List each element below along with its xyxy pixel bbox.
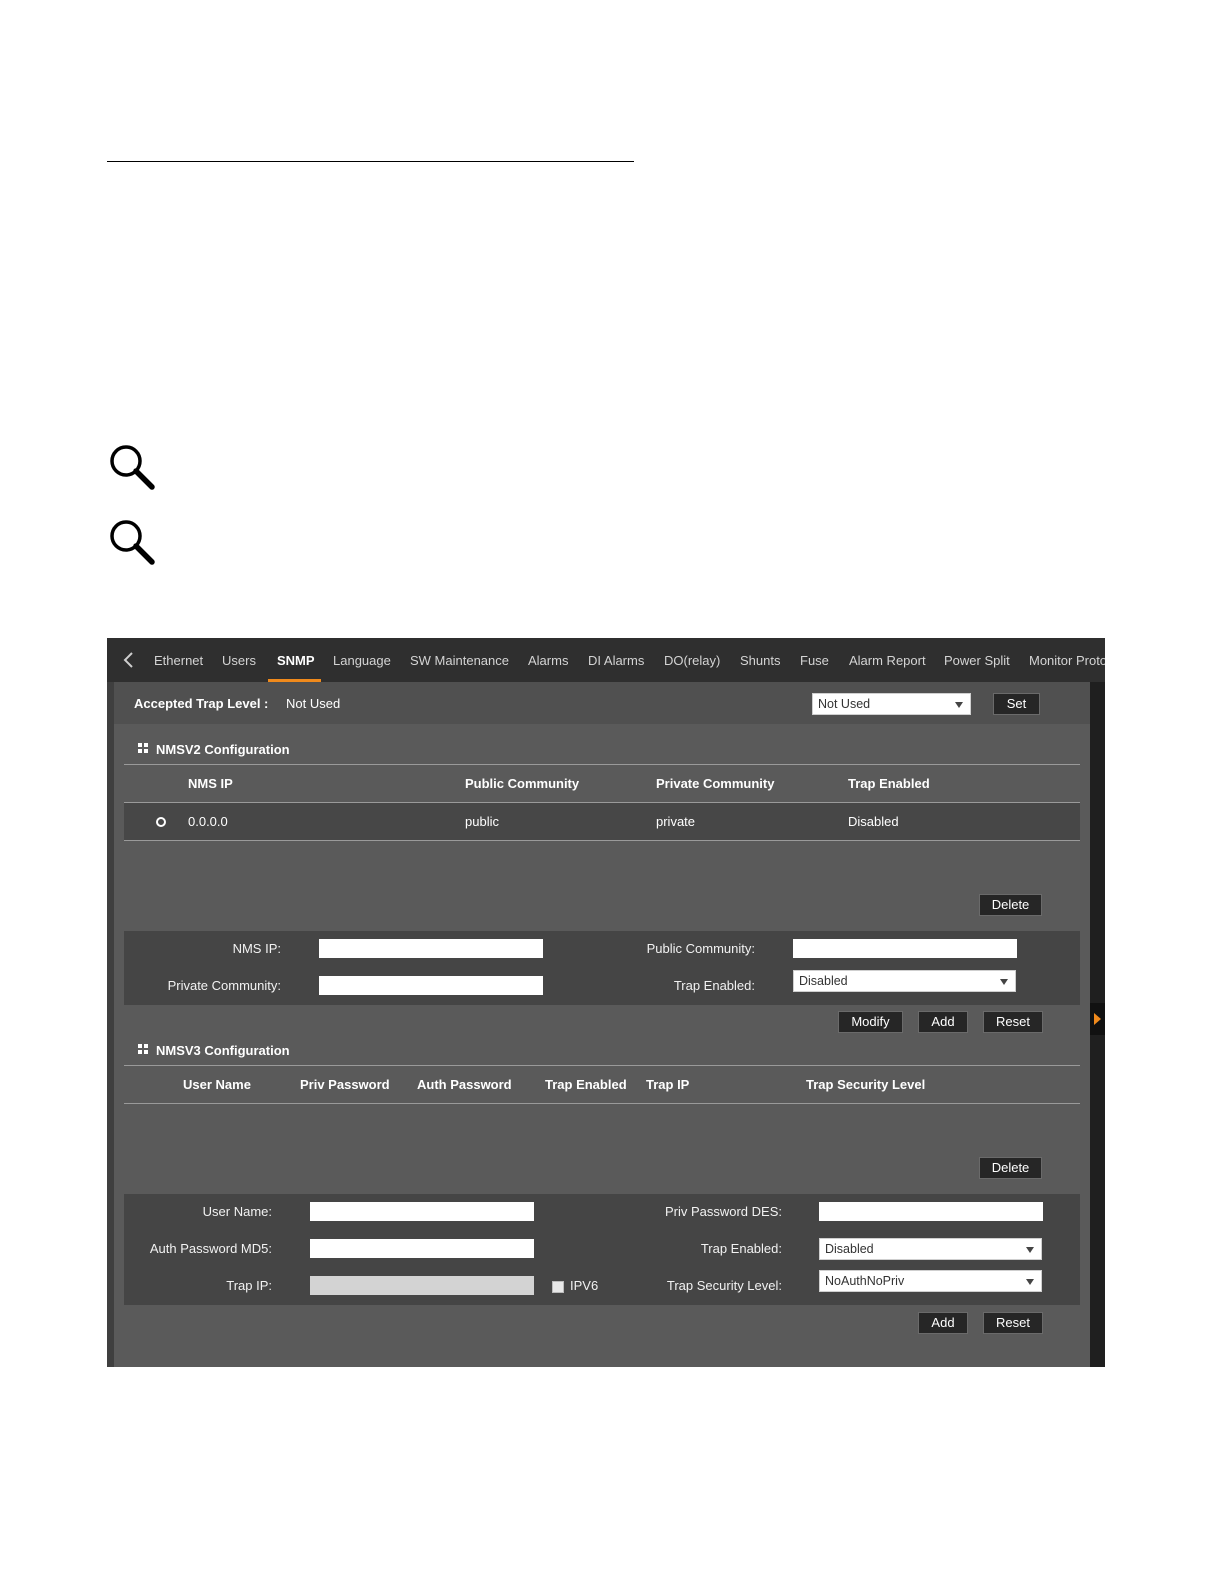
v3-trap-enabled-select-value: Disabled [825,1242,874,1256]
nmsv2-title: NMSV2 Configuration [156,742,290,757]
cell-public-community: public [465,814,499,829]
column-header-priv-password: Priv Password [300,1077,390,1092]
dropdown-caret-icon [955,702,963,708]
trap-ip-input[interactable] [310,1276,534,1295]
tab-users[interactable]: Users [222,653,256,668]
trap-level-label: Accepted Trap Level : [134,696,269,711]
radio-icon[interactable] [156,817,166,827]
column-header-trap-security-level: Trap Security Level [806,1077,926,1092]
trap-level-select-value: Not Used [818,697,871,711]
cell-trap-enabled: Disabled [848,814,899,829]
tab-sw-maintenance[interactable]: SW Maintenance [410,653,509,668]
tab-monitor-protocol[interactable]: Monitor Proto [1029,653,1105,668]
column-header-trap-enabled: Trap Enabled [848,776,930,791]
v3-trap-enabled-select[interactable]: Disabled [819,1238,1042,1260]
trap-enabled-select[interactable]: Disabled [793,970,1016,992]
cell-nms-ip: 0.0.0.0 [188,814,228,829]
auth-password-label: Auth Password MD5: [149,1241,272,1256]
divider [124,840,1080,841]
nmsv3-title: NMSV3 Configuration [156,1043,290,1058]
modify-button[interactable]: Modify [838,1011,903,1033]
public-community-label: Public Community: [646,941,755,956]
tab-alarm-report[interactable]: Alarm Report [849,653,926,668]
dropdown-caret-icon [1026,1247,1034,1253]
column-header-trap-ip: Trap IP [646,1077,690,1092]
trap-enabled-select-value: Disabled [799,974,848,988]
back-chevron-icon[interactable] [121,651,137,669]
nms-ip-label: NMS IP: [232,941,281,956]
user-name-input[interactable] [310,1202,534,1221]
trap-level-select[interactable]: Not Used [812,693,971,715]
magnifier-icon [110,445,155,490]
trap-level-value: Not Used [286,696,341,711]
nmsv3-add-button[interactable]: Add [918,1312,968,1334]
nms-ip-input[interactable] [319,939,543,958]
tab-fuse[interactable]: Fuse [800,653,829,668]
tab-ethernet[interactable]: Ethernet [154,653,203,668]
trap-enabled-label: Trap Enabled: [673,978,755,993]
ipv6-label: IPV6 [570,1278,599,1293]
dropdown-caret-icon [1000,979,1008,985]
nmsv2-delete-button[interactable]: Delete [979,894,1042,916]
table-row[interactable] [124,803,1080,840]
tab-di-alarms[interactable]: DI Alarms [588,653,644,668]
tab-language[interactable]: Language [333,653,391,668]
column-header-nms-ip: NMS IP [188,776,233,791]
ipv6-checkbox[interactable] [552,1281,564,1293]
document-rule [107,161,634,162]
set-button[interactable]: Set [993,693,1040,715]
private-community-input[interactable] [319,976,543,995]
divider [124,1065,1080,1066]
grid-icon [138,1044,148,1054]
public-community-input[interactable] [793,939,1017,958]
trap-security-level-label: Trap Security Level: [666,1278,782,1293]
priv-password-label: Priv Password DES: [664,1204,782,1219]
column-header-trap-enabled: Trap Enabled [545,1077,627,1092]
divider [124,1103,1080,1104]
snmp-settings-screenshot: Ethernet Users SNMP Language SW Maintena… [107,638,1105,1367]
tab-bar: Ethernet Users SNMP Language SW Maintena… [107,638,1105,682]
nmsv2-add-button[interactable]: Add [918,1011,968,1033]
nmsv2-reset-button[interactable]: Reset [983,1011,1043,1033]
user-name-label: User Name: [202,1204,272,1219]
tab-snmp[interactable]: SNMP [277,653,315,668]
tab-shunts[interactable]: Shunts [740,653,780,668]
tab-power-split[interactable]: Power Split [944,653,1010,668]
dropdown-caret-icon [1026,1279,1034,1285]
tab-alarms[interactable]: Alarms [528,653,568,668]
column-header-auth-password: Auth Password [417,1077,512,1092]
auth-password-input[interactable] [310,1239,534,1258]
expand-arrow-icon [1094,1013,1101,1025]
divider [124,764,1080,765]
left-edge [107,682,114,1367]
cell-private-community: private [656,814,696,829]
nmsv3-delete-button[interactable]: Delete [979,1157,1042,1179]
column-header-private-community: Private Community [656,776,775,791]
column-header-public-community: Public Community [465,776,580,791]
column-header-user-name: User Name [183,1077,251,1092]
nmsv3-reset-button[interactable]: Reset [983,1312,1043,1334]
tab-do-relay[interactable]: DO(relay) [664,653,720,668]
trap-enabled-label: Trap Enabled: [700,1241,782,1256]
trap-security-level-select[interactable]: NoAuthNoPriv [819,1270,1042,1292]
grid-icon [138,743,148,753]
trap-ip-label: Trap IP: [226,1278,272,1293]
priv-password-input[interactable] [819,1202,1043,1221]
trap-security-level-value: NoAuthNoPriv [825,1274,905,1288]
magnifier-icon [110,520,155,565]
side-panel-toggle[interactable] [1090,1003,1105,1035]
private-community-label: Private Community: [167,978,281,993]
